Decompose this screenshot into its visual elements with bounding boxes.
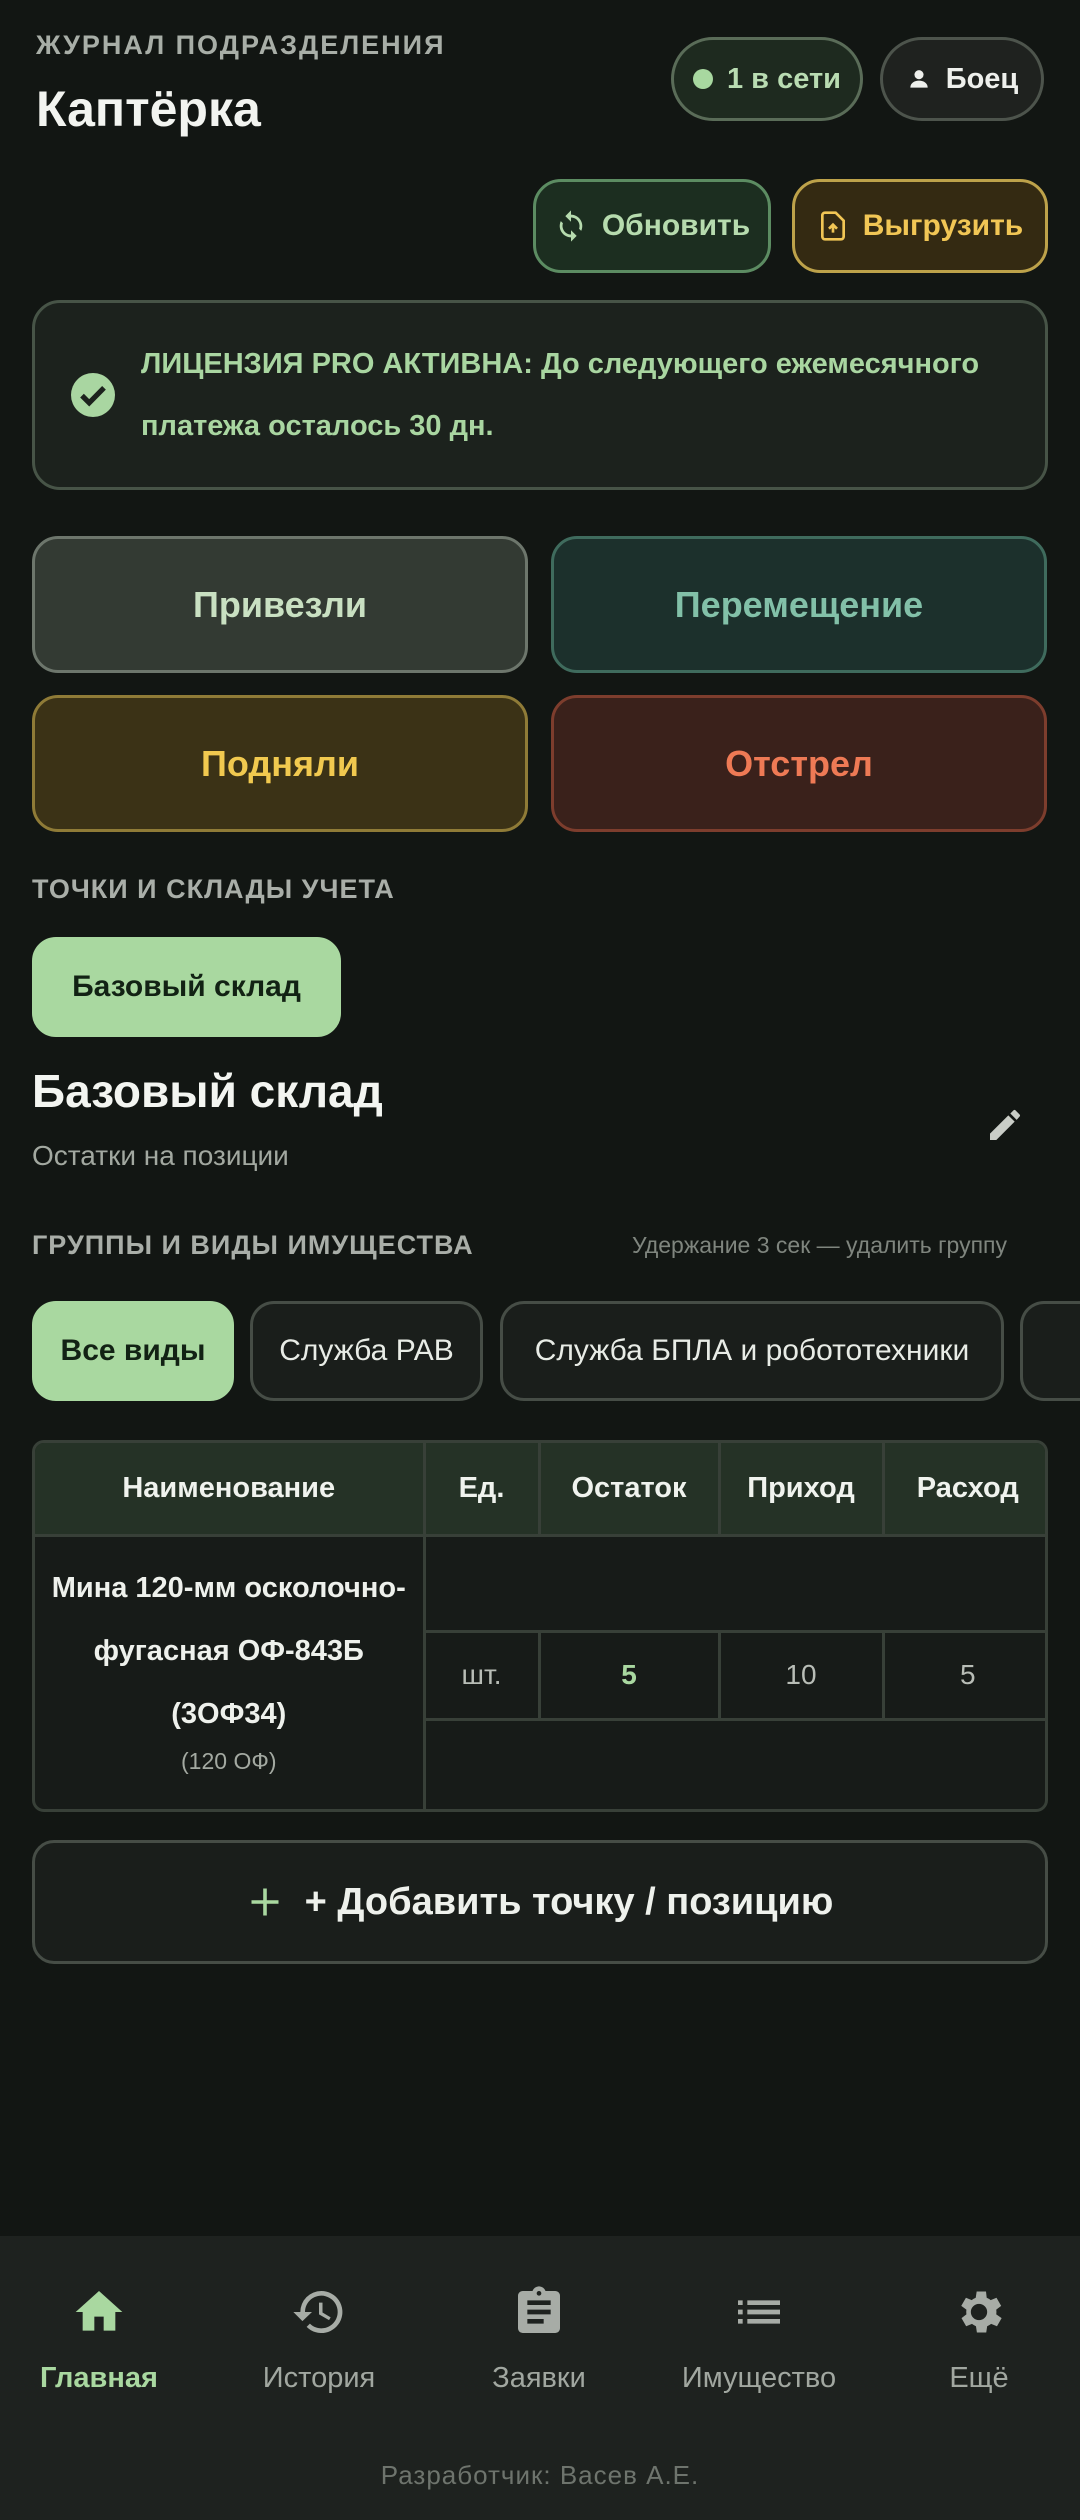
transfer-button[interactable]: Перемещение [551,536,1047,673]
group-chip-rav[interactable]: Служба РАВ [250,1301,483,1401]
online-status-label: 1 в сети [727,62,841,95]
warehouse-title: Базовый склад [32,1065,383,1117]
group-chip-all[interactable]: Все виды [32,1301,234,1401]
nav-item-more[interactable]: Ещё [879,2284,1079,2395]
license-text: ЛИЦЕНЗИЯ PRO АКТИВНА: До следующего ежем… [141,348,980,442]
check-circle-icon [71,373,115,417]
bottom-navigation: Главная История Заявки Имущество Ещё Раз… [0,2236,1080,2520]
page-overline: ЖУРНАЛ ПОДРАЗДЕЛЕНИЯ [36,30,446,60]
item-income: 10 [719,1629,885,1721]
developer-footer: Разработчик: Васев А.Е. [380,2460,700,2490]
nav-label-home: Главная [40,2362,158,2394]
groups-section-label: ГРУППЫ И ВИДЫ ИМУЩЕСТВА [32,1230,474,1260]
group-chip-uav[interactable]: Служба БПЛА и робототехники [500,1301,1004,1401]
points-section-label: ТОЧКИ И СКЛАДЫ УЧЕТА [32,874,395,904]
export-button[interactable]: Выгрузить [792,179,1048,273]
item-expense: 5 [883,1629,1045,1721]
nav-label-requests: Заявки [492,2362,586,2394]
item-remaining: 5 [539,1629,721,1721]
list-icon [738,2300,780,2324]
add-point-label: + Добавить точку / позицию [304,1880,834,1923]
plus-icon [251,1888,279,1916]
nav-label-history: История [262,2362,376,2394]
col-header-name[interactable]: Наименование [35,1443,426,1537]
person-icon [910,70,928,88]
edit-icon[interactable] [985,1105,1025,1145]
nav-item-home[interactable]: Главная [0,2284,199,2395]
item-unit: шт. [424,1629,541,1721]
nav-item-property[interactable]: Имущество [659,2284,859,2395]
item-name-cell[interactable]: Мина 120-мм осколочно-фугасная ОФ-843Б (… [35,1535,426,1809]
nav-label-property: Имущество [681,2362,837,2394]
clipboard-icon [518,2286,560,2333]
license-banner: ЛИЦЕНЗИЯ PRO АКТИВНА: До следующего ежем… [32,300,1048,490]
user-label: Боец [945,62,1019,95]
warehouse-subtitle: Остатки на позиции [32,1140,289,1171]
col-header-expense[interactable]: Расход [883,1443,1045,1537]
col-header-unit[interactable]: Ед. [424,1443,541,1537]
page-title: Каптёрка [36,81,261,137]
refresh-button[interactable]: Обновить [533,179,771,273]
col-header-remaining[interactable]: Остаток [539,1443,721,1537]
item-short-name: (120 ОФ) [181,1747,277,1774]
add-point-button[interactable]: + Добавить точку / позицию [32,1840,1048,1964]
gear-icon [961,2291,1002,2333]
nav-label-more: Ещё [949,2362,1009,2394]
arrived-button[interactable]: Привезли [32,536,528,673]
inventory-table: Наименование Ед. Остаток Приход Расход М… [32,1440,1048,1812]
home-icon [75,2291,123,2331]
online-dot-icon [693,69,713,89]
export-label: Выгрузить [862,209,1024,242]
group-chip-partial[interactable] [1020,1301,1080,1401]
table-row[interactable]: Мина 120-мм осколочно-фугасная ОФ-843Б (… [35,1535,1045,1809]
groups-hint: Удержание 3 сек — удалить группу [632,1232,1007,1258]
nav-item-history[interactable]: История [219,2284,419,2395]
user-button[interactable]: Боец [880,37,1044,121]
refresh-icon [559,210,583,242]
file-upload-icon [820,211,845,241]
item-name: Мина 120-мм осколочно-фугасная ОФ-843Б (… [51,1571,406,1730]
history-icon [293,2291,343,2333]
raised-button[interactable]: Подняли [32,695,528,832]
nav-item-requests[interactable]: Заявки [439,2284,639,2395]
point-chip-base-warehouse[interactable]: Базовый склад [32,937,341,1037]
fired-button[interactable]: Отстрел [551,695,1047,832]
online-status-button[interactable]: 1 в сети [671,37,863,121]
col-header-income[interactable]: Приход [719,1443,885,1537]
refresh-label: Обновить [601,209,751,242]
